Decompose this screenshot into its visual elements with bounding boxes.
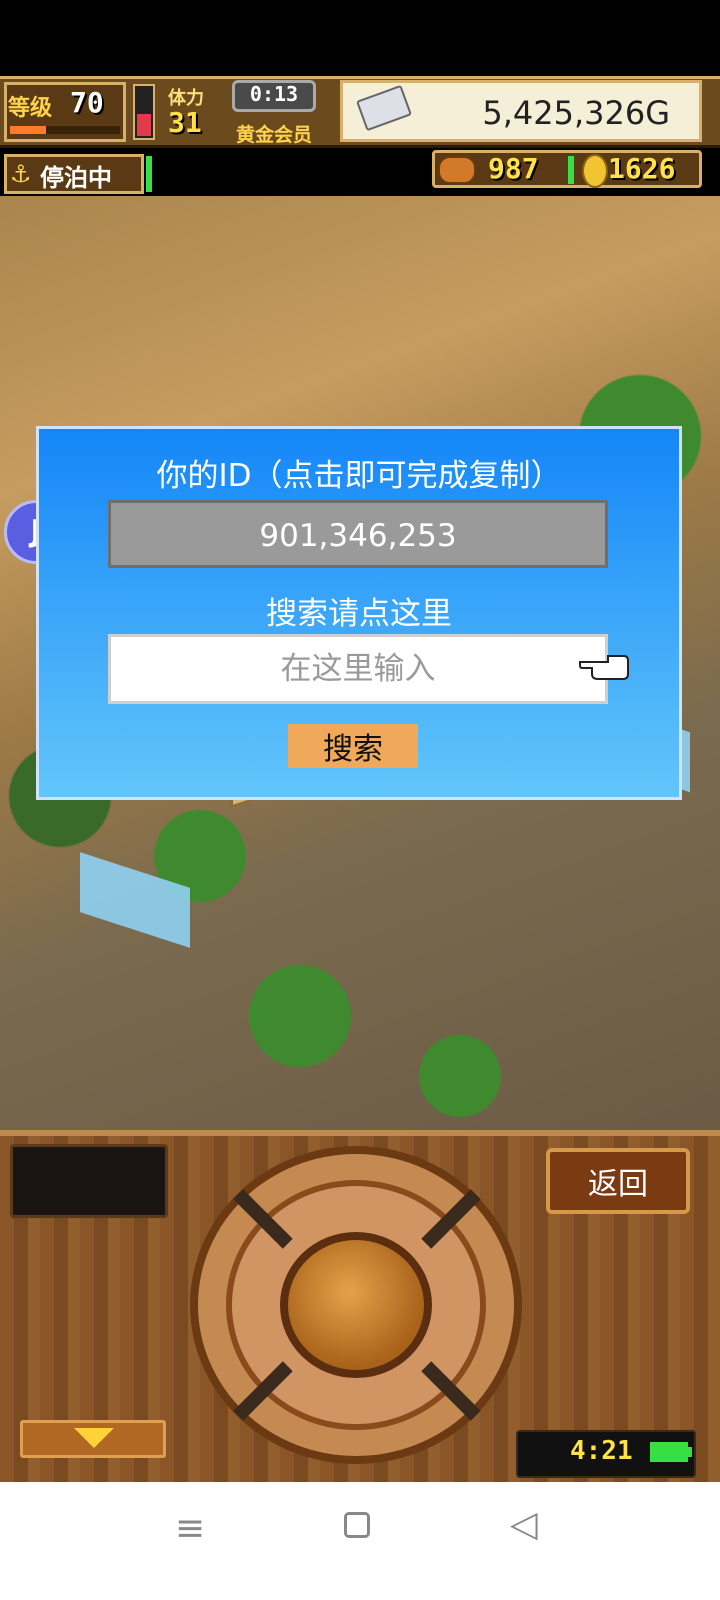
back-button[interactable]: 返回 bbox=[546, 1148, 690, 1214]
stamina-value: 31 bbox=[168, 106, 202, 139]
stamina-timer: 0:13 bbox=[249, 82, 299, 106]
top-black-area bbox=[0, 0, 720, 76]
pointing-hand-icon bbox=[579, 655, 629, 680]
dock-status-label: 停泊中 bbox=[40, 164, 112, 192]
battery-icon bbox=[650, 1442, 688, 1462]
down-arrow-icon bbox=[74, 1428, 114, 1448]
player-id-value[interactable]: 901,346,253 bbox=[108, 518, 608, 554]
level-value: 70 bbox=[70, 86, 104, 119]
gold-member-badge[interactable]: 黄金会员 bbox=[236, 120, 312, 147]
id-title: 你的ID（点击即可完成复制） bbox=[156, 458, 562, 494]
food-count: 987 bbox=[488, 152, 539, 185]
system-nav-bar bbox=[0, 1482, 720, 1600]
coin-count: 1626 bbox=[608, 152, 676, 185]
level-exp-bar-fill bbox=[10, 126, 46, 134]
home-icon[interactable] bbox=[344, 1512, 370, 1538]
recent-apps-icon[interactable]: ≡ bbox=[170, 1508, 210, 1549]
level-label: 等级 bbox=[8, 96, 53, 121]
search-hint: 搜索请点这里 bbox=[266, 596, 452, 632]
action-button[interactable] bbox=[280, 1232, 432, 1378]
anchor-icon: ⚓ bbox=[10, 160, 32, 188]
search-input[interactable] bbox=[108, 634, 608, 704]
gold-coin-icon bbox=[582, 154, 608, 188]
mini-display bbox=[10, 1144, 168, 1218]
battery-tip bbox=[688, 1447, 692, 1457]
money-value: 5,425,326G bbox=[482, 94, 670, 132]
stamina-gauge-fill bbox=[137, 114, 151, 136]
back-icon[interactable]: ◁ bbox=[510, 1504, 538, 1545]
food-icon bbox=[438, 156, 476, 184]
search-button[interactable]: 搜索 bbox=[288, 724, 418, 768]
dock-status-indicator bbox=[146, 156, 152, 192]
clock-time: 4:21 bbox=[570, 1436, 633, 1466]
resource-divider bbox=[568, 156, 574, 184]
